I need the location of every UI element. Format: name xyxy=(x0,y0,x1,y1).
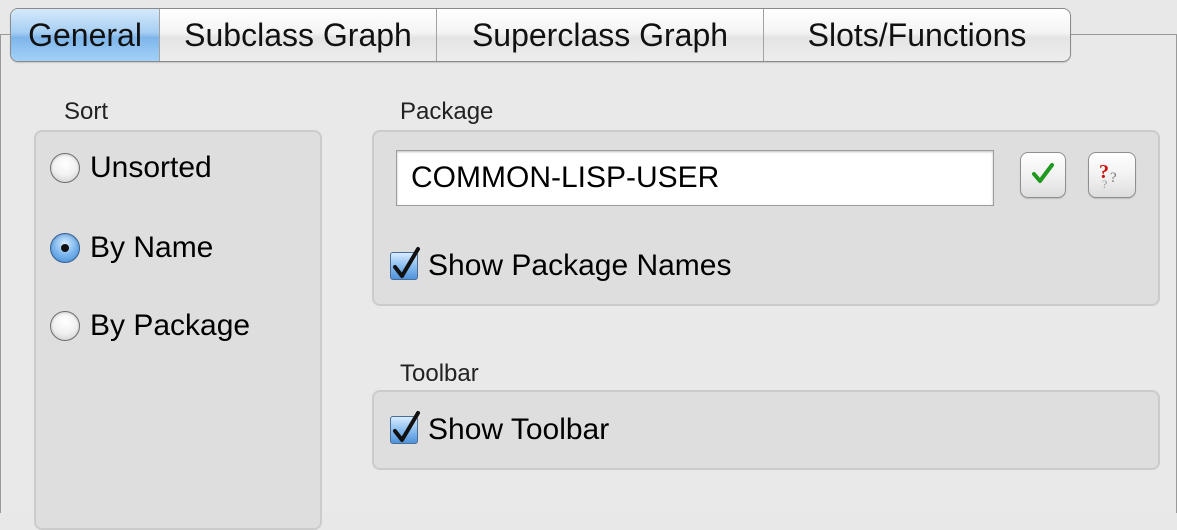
radio-unsorted[interactable]: Unsorted xyxy=(50,148,212,188)
radio-by-name[interactable]: By Name xyxy=(50,228,213,268)
radio-button-unsorted[interactable] xyxy=(50,153,80,183)
show-toolbar-label: Show Toolbar xyxy=(428,413,610,446)
show-toolbar-checkbox[interactable]: Show Toolbar xyxy=(390,410,609,450)
accept-package-button[interactable] xyxy=(1020,152,1066,198)
show-package-names-checkbox[interactable]: Show Package Names xyxy=(390,246,732,286)
show-package-names-label: Show Package Names xyxy=(428,249,732,282)
tab-slots-functions[interactable]: Slots/Functions xyxy=(764,9,1070,61)
radio-by-package[interactable]: By Package xyxy=(50,306,250,346)
tab-subclass-graph[interactable]: Subclass Graph xyxy=(160,9,437,61)
svg-text:?: ? xyxy=(1102,177,1107,189)
tab-superclass-graph[interactable]: Superclass Graph xyxy=(437,9,764,61)
radio-label-unsorted: Unsorted xyxy=(90,151,212,184)
show-toolbar-check[interactable] xyxy=(390,411,420,444)
tab-general[interactable]: General xyxy=(11,9,160,61)
show-package-names-check[interactable] xyxy=(390,247,420,280)
package-group-label: Package xyxy=(400,98,494,125)
tab-bar: General Subclass Graph Superclass Graph … xyxy=(10,8,1071,62)
checkmark-icon xyxy=(393,247,420,278)
checkmark-icon xyxy=(1029,159,1057,192)
question-icon: ? ? ? xyxy=(1097,157,1127,194)
radio-label-by-name: By Name xyxy=(90,231,214,264)
radio-label-by-package: By Package xyxy=(90,309,251,342)
sort-group-label: Sort xyxy=(64,98,109,125)
package-input[interactable] xyxy=(396,150,994,206)
package-help-button[interactable]: ? ? ? xyxy=(1088,152,1136,198)
radio-button-by-package[interactable] xyxy=(50,311,80,341)
checkmark-icon xyxy=(393,411,420,442)
toolbar-group-label: Toolbar xyxy=(400,360,479,387)
svg-text:?: ? xyxy=(1110,170,1117,186)
radio-button-by-name[interactable] xyxy=(50,233,80,263)
sort-group-box: Unsorted By Name By Package xyxy=(34,130,322,530)
